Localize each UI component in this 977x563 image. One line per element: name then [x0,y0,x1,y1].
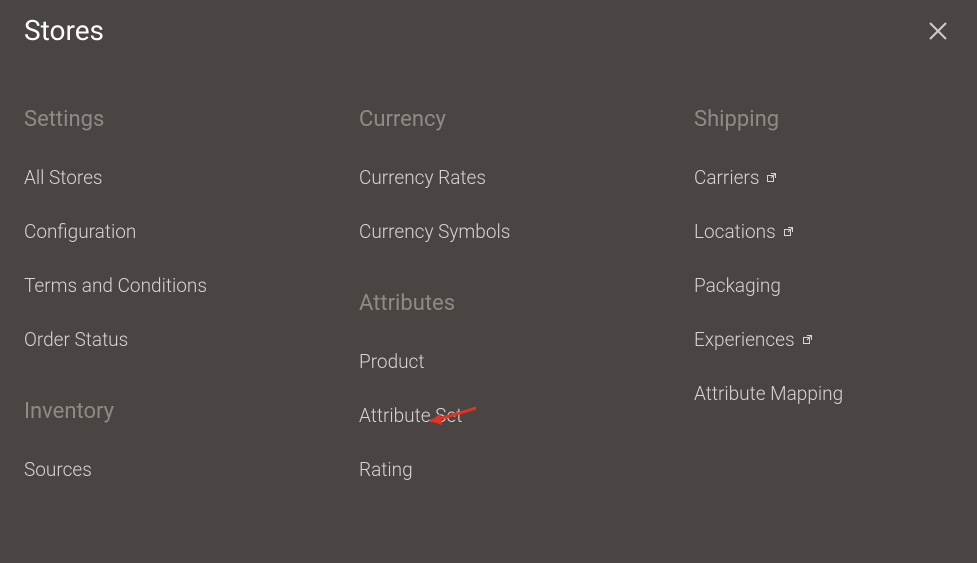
menu-item-label: All Stores [24,166,103,189]
section-attributes: Attributes Product Attribute Set Rating [359,291,694,481]
external-link-icon [784,227,793,236]
menu-item-currency-rates[interactable]: Currency Rates [359,166,694,189]
menu-item-all-stores[interactable]: All Stores [24,166,359,189]
menu-item-sources[interactable]: Sources [24,458,359,481]
section-heading-currency: Currency [359,107,694,132]
menu-item-label: Experiences [694,328,795,351]
menu-item-label: Product [359,350,424,373]
menu-item-currency-symbols[interactable]: Currency Symbols [359,220,694,243]
page-title: Stores [24,14,104,47]
menu-item-label: Attribute Set [359,404,462,427]
section-heading-settings: Settings [24,107,359,132]
menu-item-experiences[interactable]: Experiences [694,328,843,351]
menu-item-label: Order Status [24,328,128,351]
menu-columns: Settings All Stores Configuration Terms … [0,47,977,529]
menu-item-label: Carriers [694,166,759,189]
menu-item-packaging[interactable]: Packaging [694,274,843,297]
section-heading-inventory: Inventory [24,399,359,424]
column-2: Currency Currency Rates Currency Symbols… [359,107,694,529]
menu-item-product[interactable]: Product [359,350,694,373]
menu-item-label: Terms and Conditions [24,274,207,297]
menu-item-configuration[interactable]: Configuration [24,220,359,243]
menu-item-label: Rating [359,458,413,481]
menu-item-label: Attribute Mapping [694,382,843,405]
menu-item-rating[interactable]: Rating [359,458,694,481]
section-shipping: Shipping Carriers Locations Packaging Ex… [694,107,843,405]
menu-item-label: Configuration [24,220,136,243]
menu-item-label: Sources [24,458,92,481]
section-currency: Currency Currency Rates Currency Symbols [359,107,694,243]
menu-item-label: Locations [694,220,776,243]
column-1: Settings All Stores Configuration Terms … [24,107,359,529]
menu-item-order-status[interactable]: Order Status [24,328,359,351]
menu-item-locations[interactable]: Locations [694,220,843,243]
section-inventory: Inventory Sources [24,399,359,481]
menu-item-label: Packaging [694,274,781,297]
menu-item-attribute-mapping[interactable]: Attribute Mapping [694,382,843,405]
menu-item-label: Currency Rates [359,166,486,189]
external-link-icon [803,335,812,344]
external-link-icon [767,173,776,182]
section-heading-attributes: Attributes [359,291,694,316]
column-3: Shipping Carriers Locations Packaging Ex… [694,107,843,529]
menu-item-carriers[interactable]: Carriers [694,166,843,189]
menu-item-terms-and-conditions[interactable]: Terms and Conditions [24,274,359,297]
menu-item-label: Currency Symbols [359,220,510,243]
section-heading-shipping: Shipping [694,107,843,132]
close-icon [927,20,949,42]
section-settings: Settings All Stores Configuration Terms … [24,107,359,351]
close-button[interactable] [923,16,953,46]
menu-item-attribute-set[interactable]: Attribute Set [359,404,694,427]
